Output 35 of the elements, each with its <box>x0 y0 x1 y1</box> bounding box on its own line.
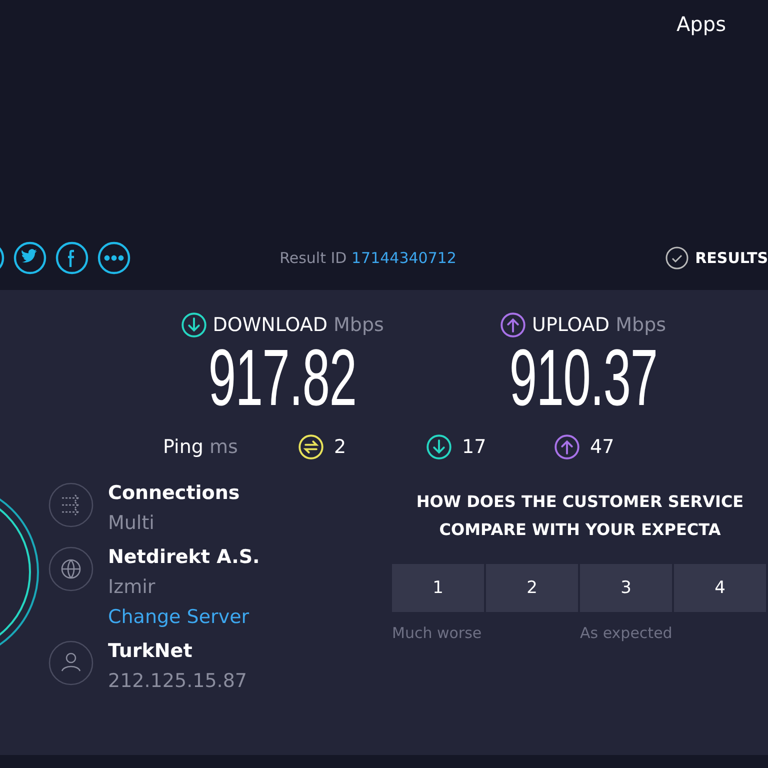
swap-arrows-icon <box>298 434 324 460</box>
rating-button[interactable]: 4 <box>674 564 766 612</box>
survey-question: HOW DOES THE CUSTOMER SERVICE <box>416 491 744 513</box>
survey-question: COMPARE WITH YOUR EXPECTA <box>439 519 721 541</box>
rating-button[interactable]: 2 <box>486 564 578 612</box>
ping-value: 2 <box>334 436 346 458</box>
info-title: Connections <box>108 482 240 504</box>
result-id-link[interactable]: 17144340712 <box>352 249 456 267</box>
apps-link[interactable]: Apps <box>676 12 726 36</box>
info-detail: Multi <box>108 512 156 534</box>
ping-value: 47 <box>590 436 614 458</box>
arrows-icon <box>48 482 94 528</box>
facebook-icon[interactable] <box>55 241 89 275</box>
change-server-link[interactable]: Change Server <box>108 606 260 628</box>
speed-title: DOWNLOAD Mbps <box>212 314 384 336</box>
more-icon[interactable] <box>97 241 131 275</box>
info-title: Netdirekt A.S. <box>108 546 260 568</box>
info-detail: Izmir <box>108 576 156 598</box>
speed-value: 910.37 <box>509 338 658 418</box>
speed-title: UPLOAD Mbps <box>532 314 666 336</box>
info-detail: 212.125.15.87 <box>108 670 248 692</box>
globe-icon <box>48 546 94 592</box>
speed-value: 917.82 <box>208 338 356 418</box>
ping-label: Ping ms <box>163 436 239 458</box>
rating-button[interactable]: 3 <box>580 564 672 612</box>
result-id: Result ID 17144340712 <box>280 249 458 267</box>
twitter-icon[interactable] <box>13 241 47 275</box>
user-icon <box>48 640 94 686</box>
results-link[interactable]: RESULTS <box>665 246 768 270</box>
info-title: TurkNet <box>108 640 194 662</box>
rating-button[interactable]: 1 <box>392 564 484 612</box>
scale-label: Much worse <box>392 624 483 642</box>
ping-value: 17 <box>462 436 486 458</box>
check-icon <box>665 246 690 270</box>
scale-label: As expected <box>580 624 674 642</box>
